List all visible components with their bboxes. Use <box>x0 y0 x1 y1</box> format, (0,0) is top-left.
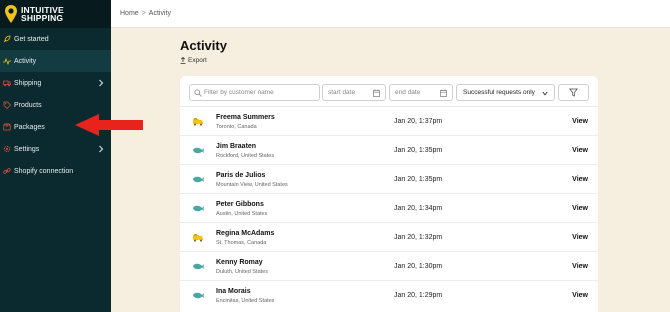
customer-location: Austin, United States <box>216 211 268 217</box>
request-date: Jan 20, 1:34pm <box>394 205 443 212</box>
customer-name: Regina McAdams <box>216 230 275 237</box>
calendar-icon <box>440 89 447 97</box>
whale-icon <box>193 263 204 270</box>
view-link[interactable]: View <box>572 118 588 125</box>
customer-name: Ina Morais <box>216 288 251 295</box>
customer-location: Toronto, Canada <box>216 124 257 130</box>
activity-card: Filter by customer name start date end d… <box>180 76 598 312</box>
whale-icon <box>193 147 204 154</box>
view-link[interactable]: View <box>572 147 588 154</box>
sidebar-item-label: Products <box>14 101 42 109</box>
view-link[interactable]: View <box>572 234 588 241</box>
export-icon <box>180 57 186 64</box>
request-date: Jan 20, 1:29pm <box>394 292 443 299</box>
chevron-down-icon <box>542 91 548 96</box>
sidebar-item-get-started[interactable]: Get started <box>0 28 111 50</box>
table-row: Paris de Julios Mountain View, United St… <box>180 164 598 193</box>
table-row: Kenny Romay Duluth, United States Jan 20… <box>180 251 598 280</box>
request-date: Jan 20, 1:32pm <box>394 234 443 241</box>
sidebar-item-label: Settings <box>14 145 40 153</box>
view-link[interactable]: View <box>572 292 588 299</box>
customer-search-placeholder: Filter by customer name <box>204 89 274 96</box>
customer-location: Duluth, United States <box>216 269 268 275</box>
activity-icon <box>3 57 11 65</box>
rocket-icon <box>3 35 11 43</box>
filter-bar: Filter by customer name start date end d… <box>189 84 589 101</box>
sidebar-item-shipping[interactable]: Shipping <box>0 72 111 94</box>
customer-name: Paris de Julios <box>216 172 266 179</box>
customer-search-field[interactable]: Filter by customer name <box>189 84 320 101</box>
table-row: Regina McAdams St. Thomas, Canada Jan 20… <box>180 222 598 251</box>
customer-location: St. Thomas, Canada <box>216 240 267 246</box>
sidebar: INTUITIVE SHIPPING Get started Activity … <box>0 0 111 312</box>
request-date: Jan 20, 1:30pm <box>394 263 443 270</box>
customer-name: Freema Summers <box>216 114 275 121</box>
end-date-placeholder: end date <box>395 89 421 96</box>
truck-icon <box>3 79 11 87</box>
tag-icon <box>3 101 11 109</box>
request-date: Jan 20, 1:35pm <box>394 176 443 183</box>
ups-truck-icon <box>193 118 203 126</box>
sidebar-item-label: Shipping <box>14 79 42 87</box>
export-button[interactable]: Export <box>180 57 207 64</box>
pin-logo-icon <box>5 5 17 23</box>
breadcrumb-home[interactable]: Home <box>120 10 139 17</box>
chevron-right-icon <box>99 79 104 87</box>
sidebar-item-activity[interactable]: Activity <box>0 50 111 72</box>
page-title: Activity <box>180 38 227 53</box>
sidebar-item-label: Shopify connection <box>14 167 74 175</box>
customer-name: Peter Gibbons <box>216 201 264 208</box>
whale-icon <box>193 205 204 212</box>
sidebar-item-products[interactable]: Products <box>0 94 111 116</box>
customer-location: Mountain View, United States <box>216 182 288 188</box>
breadcrumb-separator: > <box>141 10 146 17</box>
customer-name: Jim Braaten <box>216 143 257 150</box>
brand-name: INTUITIVE SHIPPING <box>21 5 64 23</box>
export-label: Export <box>188 57 207 64</box>
customer-location: Rockford, United States <box>216 153 275 159</box>
breadcrumb: Home > Activity <box>120 10 171 17</box>
search-icon <box>194 89 202 97</box>
customer-name: Kenny Romay <box>216 259 263 266</box>
start-date-field[interactable]: start date <box>322 84 386 101</box>
whale-icon <box>193 176 204 183</box>
top-bar: Home > Activity <box>111 0 670 28</box>
table-row: Jim Braaten Rockford, United States Jan … <box>180 135 598 164</box>
view-link[interactable]: View <box>572 176 588 183</box>
sidebar-item-settings[interactable]: Settings <box>0 138 111 160</box>
start-date-placeholder: start date <box>328 89 356 96</box>
view-link[interactable]: View <box>572 205 588 212</box>
status-select-value: Successful requests only <box>463 89 535 96</box>
request-date: Jan 20, 1:37pm <box>394 118 443 125</box>
whale-icon <box>193 292 204 299</box>
breadcrumb-current: Activity <box>148 10 171 17</box>
ups-truck-icon <box>193 234 203 242</box>
red-arrow-annotation <box>75 114 143 136</box>
sidebar-item-label: Activity <box>14 57 37 65</box>
view-link[interactable]: View <box>572 263 588 270</box>
table-row: Peter Gibbons Austin, United States Jan … <box>180 193 598 222</box>
request-date: Jan 20, 1:35pm <box>394 147 443 154</box>
activity-list: Freema Summers Toronto, Canada Jan 20, 1… <box>180 106 598 309</box>
filter-button[interactable] <box>558 84 589 101</box>
gear-icon <box>3 145 11 153</box>
link-icon <box>3 167 11 175</box>
sidebar-item-shopify-connection[interactable]: Shopify connection <box>0 160 111 182</box>
brand-logo[interactable]: INTUITIVE SHIPPING <box>0 0 111 28</box>
chevron-right-icon <box>99 145 104 153</box>
end-date-field[interactable]: end date <box>389 84 453 101</box>
table-row: Freema Summers Toronto, Canada Jan 20, 1… <box>180 106 598 135</box>
status-select[interactable]: Successful requests only <box>456 84 555 101</box>
sidebar-nav: Get started Activity Shipping Products P… <box>0 28 111 182</box>
table-row: Ina Morais Encinitas, United States Jan … <box>180 280 598 309</box>
customer-location: Encinitas, United States <box>216 298 275 304</box>
sidebar-item-label: Get started <box>14 35 49 43</box>
filter-icon <box>569 88 578 97</box>
calendar-icon <box>373 89 380 97</box>
sidebar-item-label: Packages <box>14 123 45 131</box>
box-icon <box>3 123 11 131</box>
brand-line-2: SHIPPING <box>21 13 64 23</box>
